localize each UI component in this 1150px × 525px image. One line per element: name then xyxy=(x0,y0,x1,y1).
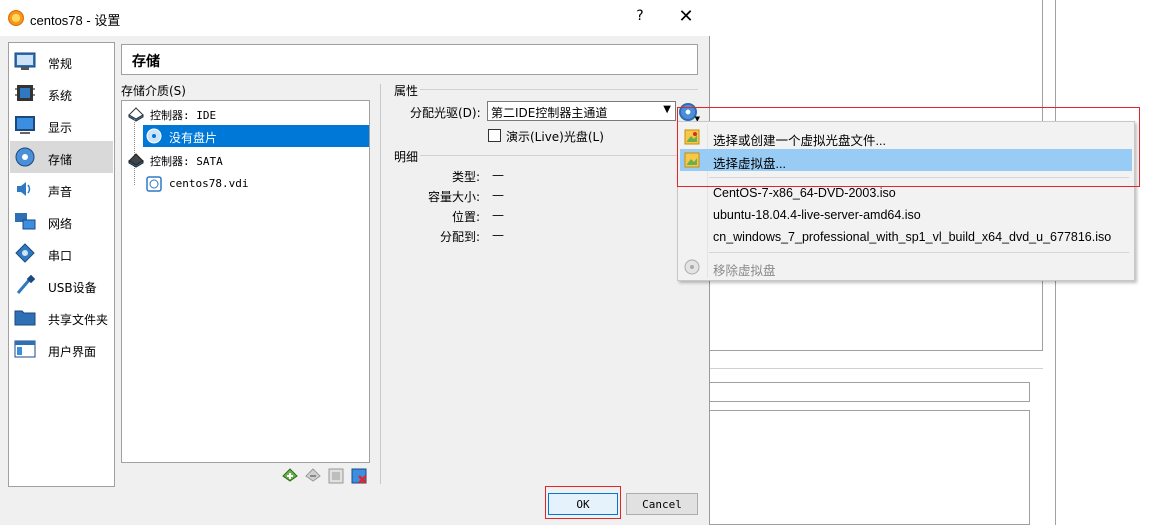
category-label: 共享文件夹 xyxy=(48,313,109,327)
menu-item-remove-disc[interactable]: 移除虚拟盘 xyxy=(680,256,1132,278)
section-header: 存储 xyxy=(121,44,698,75)
category-label: 显示 xyxy=(48,121,73,135)
tree-item-sata-controller[interactable]: 控制器: SATA xyxy=(123,149,368,171)
chevron-down-icon: ▼ xyxy=(663,104,671,115)
detail-attached-value: — xyxy=(492,228,504,242)
storage-tree: 控制器: IDE 没有盘片 控制器: SATA centos78.vdi xyxy=(121,100,370,463)
divider xyxy=(420,89,698,90)
category-label: 网络 xyxy=(48,217,73,231)
category-label: 存储 xyxy=(48,153,73,167)
tree-item-label: centos78.vdi xyxy=(169,177,249,190)
category-label: 系统 xyxy=(48,89,73,103)
tree-item-ide-controller[interactable]: 控制器: IDE xyxy=(123,103,368,125)
divider xyxy=(700,368,1043,369)
category-network[interactable]: 网络 xyxy=(10,205,113,237)
category-display[interactable]: 显示 xyxy=(10,109,113,141)
shared-folder-icon xyxy=(14,310,36,326)
close-button[interactable]: ✕ xyxy=(672,6,700,30)
tree-item-label: 控制器: IDE xyxy=(150,109,217,122)
divider xyxy=(700,350,1043,351)
menu-item-iso[interactable]: ubuntu-18.04.4-live-server-amd64.iso xyxy=(680,204,1132,226)
category-usb[interactable]: USB设备 xyxy=(10,269,113,301)
detail-attached-key: 分配到: xyxy=(439,230,480,244)
detail-size-value: — xyxy=(492,188,504,202)
live-cd-label[interactable]: 演示(Live)光盘(L) xyxy=(506,128,604,145)
remove-attachment-icon[interactable] xyxy=(350,467,368,485)
menu-item-label: 移除虚拟盘 xyxy=(713,264,776,278)
settings-dialog: centos78 - 设置 ? ✕ 常规 系统 显示 存储 声音 网络 串口 U… xyxy=(0,0,710,525)
category-user-interface[interactable]: 用户界面 xyxy=(10,333,113,365)
sata-controller-icon xyxy=(128,153,144,168)
category-label: 用户界面 xyxy=(48,345,97,359)
cd-disc-icon xyxy=(146,128,162,144)
tree-item-vdi[interactable]: centos78.vdi xyxy=(143,173,369,195)
tree-item-empty-disc[interactable]: 没有盘片 xyxy=(143,125,369,147)
window-title: centos78 - 设置 xyxy=(30,13,121,28)
annotation-box xyxy=(677,107,1140,187)
annotation-box xyxy=(545,486,621,519)
storage-media-label: 存储介质(S) xyxy=(121,84,186,98)
details-title: 明细 xyxy=(394,150,419,164)
category-audio[interactable]: 声音 xyxy=(10,173,113,205)
category-serial-port[interactable]: 串口 xyxy=(10,237,113,269)
audio-icon xyxy=(17,182,31,196)
hard-disk-icon xyxy=(146,176,162,192)
category-system[interactable]: 系统 xyxy=(10,77,113,109)
optical-drive-value: 第二IDE控制器主通道 xyxy=(491,106,608,120)
background-text-field[interactable] xyxy=(708,382,1030,402)
panel-splitter[interactable] xyxy=(380,84,381,484)
tree-item-label: 控制器: SATA xyxy=(150,155,223,168)
tree-item-label: 没有盘片 xyxy=(169,131,218,145)
system-icon xyxy=(15,85,35,101)
background-text-area[interactable] xyxy=(708,410,1030,525)
display-icon xyxy=(15,116,35,134)
storage-icon xyxy=(15,147,35,167)
cancel-button[interactable]: Cancel xyxy=(626,493,698,515)
usb-icon xyxy=(16,275,36,294)
menu-item-label: cn_windows_7_professional_with_sp1_vl_bu… xyxy=(713,230,1112,244)
category-list: 常规 系统 显示 存储 声音 网络 串口 USB设备 共享文件夹 用户界面 xyxy=(8,42,115,487)
network-icon xyxy=(15,213,36,230)
live-cd-checkbox[interactable] xyxy=(488,129,501,142)
section-title: 存储 xyxy=(132,54,160,70)
remove-controller-icon[interactable] xyxy=(304,467,322,485)
menu-item-iso[interactable]: cn_windows_7_professional_with_sp1_vl_bu… xyxy=(680,226,1132,248)
menu-separator xyxy=(709,252,1129,253)
virtualbox-app-icon xyxy=(8,10,24,26)
cancel-button-label: Cancel xyxy=(642,498,682,511)
add-attachment-icon[interactable] xyxy=(327,467,345,485)
category-label: 常规 xyxy=(48,57,73,71)
serial-port-icon xyxy=(15,243,35,263)
help-button[interactable]: ? xyxy=(628,8,652,28)
attributes-title: 属性 xyxy=(394,84,419,98)
detail-type-key: 类型: xyxy=(451,170,480,184)
detail-type-value: — xyxy=(492,168,504,182)
title-bar: centos78 - 设置 ? ✕ xyxy=(0,0,710,36)
category-storage[interactable]: 存储 xyxy=(10,141,113,173)
category-label: USB设备 xyxy=(48,281,97,295)
category-shared-folder[interactable]: 共享文件夹 xyxy=(10,301,113,333)
category-label: 声音 xyxy=(48,185,73,199)
menu-item-label: ubuntu-18.04.4-live-server-amd64.iso xyxy=(713,208,921,222)
category-general[interactable]: 常规 xyxy=(10,45,113,77)
add-controller-icon[interactable] xyxy=(281,467,299,485)
optical-drive-label: 分配光驱(D): xyxy=(410,106,481,120)
remove-disc-icon xyxy=(684,259,700,275)
general-icon xyxy=(14,52,36,70)
detail-location-key: 位置: xyxy=(451,210,480,224)
divider xyxy=(420,155,698,156)
user-interface-icon xyxy=(14,340,36,358)
detail-location-value: — xyxy=(492,208,504,222)
detail-size-key: 容量大小: xyxy=(427,190,480,204)
menu-item-label: CentOS-7-x86_64-DVD-2003.iso xyxy=(713,186,896,200)
category-label: 串口 xyxy=(48,249,73,263)
optical-drive-select[interactable]: 第二IDE控制器主通道 ▼ xyxy=(487,101,676,121)
ide-controller-icon xyxy=(128,107,144,122)
